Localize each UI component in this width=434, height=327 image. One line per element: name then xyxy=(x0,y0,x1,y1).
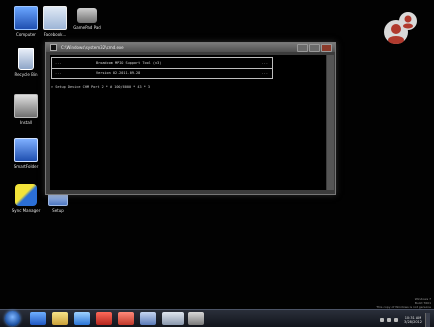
ie-icon[interactable] xyxy=(30,312,46,325)
desktop: Computer Facebook... GamePad Pad Recycle… xyxy=(0,0,434,327)
console-output[interactable]: ... Broadcom MPIO Support Tool (v3) ... … xyxy=(50,55,326,190)
settings-icon[interactable] xyxy=(188,312,204,325)
desktop-gadget[interactable] xyxy=(381,10,419,48)
desktop-icon-label: SmartFolder xyxy=(13,164,39,169)
gamepad-icon xyxy=(77,8,97,23)
close-button[interactable] xyxy=(321,44,332,52)
desktop-icon-label: Recycle Bin xyxy=(14,72,38,77)
console-titlebar[interactable]: C:\Windows\system32\cmd.exe xyxy=(46,43,335,52)
header-title-cell: Broadcom MPIO Support Tool (v3) xyxy=(96,61,162,65)
show-desktop-button[interactable] xyxy=(425,313,430,327)
app-red-2-icon[interactable] xyxy=(118,312,134,325)
maximize-button[interactable] xyxy=(309,44,320,52)
taskbar: 10:31 AM 3/28/2012 xyxy=(0,309,434,327)
console-window[interactable]: C:\Windows\system32\cmd.exe ... Broadcom… xyxy=(45,42,336,195)
console-title: C:\Windows\system32\cmd.exe xyxy=(61,45,124,50)
gadget-icon xyxy=(384,12,417,44)
sync-icon xyxy=(15,184,37,206)
tray-flag-icon[interactable] xyxy=(380,318,385,322)
folder-icon xyxy=(43,6,67,30)
clock[interactable]: 10:31 AM 3/28/2012 xyxy=(404,316,422,324)
folder-icon xyxy=(14,138,38,162)
desktop-icon-label: GamePad Pad xyxy=(73,25,101,30)
desktop-icon-smartfolder[interactable]: SmartFolder xyxy=(6,138,46,169)
console-header-row: ... Version 02.2011.09.28 ... xyxy=(52,68,272,78)
app-red-icon[interactable] xyxy=(96,312,112,325)
tray-network-icon[interactable] xyxy=(387,318,392,322)
window-icon[interactable] xyxy=(162,312,184,325)
tray-volume-icon[interactable] xyxy=(394,318,399,322)
desktop-icon-label: Facebook... xyxy=(43,32,67,37)
console-icon xyxy=(50,44,57,51)
console-output-line: > Setup Device CHM Port 2 * # 100/6000 *… xyxy=(51,85,151,89)
desktop-icon-recycle-bin[interactable]: Recycle Bin xyxy=(6,48,46,77)
start-button[interactable] xyxy=(5,311,20,326)
header-right-cell: ... xyxy=(261,71,268,75)
system-tray: 10:31 AM 3/28/2012 xyxy=(380,313,430,327)
explorer-icon[interactable] xyxy=(52,312,68,325)
header-left-cell: ... xyxy=(55,71,62,75)
recycle-bin-icon xyxy=(18,48,34,70)
console-header-box: ... Broadcom MPIO Support Tool (v3) ... … xyxy=(51,57,273,79)
network-icon[interactable] xyxy=(140,312,156,325)
header-left-cell: ... xyxy=(55,61,62,65)
console-scrollbar[interactable] xyxy=(327,55,334,190)
clock-date: 3/28/2012 xyxy=(404,320,422,324)
desktop-icon-label: Setup xyxy=(52,208,64,213)
header-right-cell: ... xyxy=(261,61,268,65)
desktop-icon-label: Computer xyxy=(16,32,36,37)
desktop-icon-install[interactable]: Install xyxy=(6,94,46,125)
minimize-button[interactable] xyxy=(297,44,308,52)
windows-watermark: Windows 7 Build 7601 This copy of Window… xyxy=(376,297,431,309)
media-player-icon[interactable] xyxy=(74,312,90,325)
desktop-icon-gamepad[interactable]: GamePad Pad xyxy=(67,8,107,30)
desktop-icon-label: Install xyxy=(19,120,33,125)
desktop-icon-label: Sync Manager xyxy=(11,208,41,213)
install-icon xyxy=(14,94,38,118)
header-version-cell: Version 02.2011.09.28 xyxy=(96,71,141,75)
